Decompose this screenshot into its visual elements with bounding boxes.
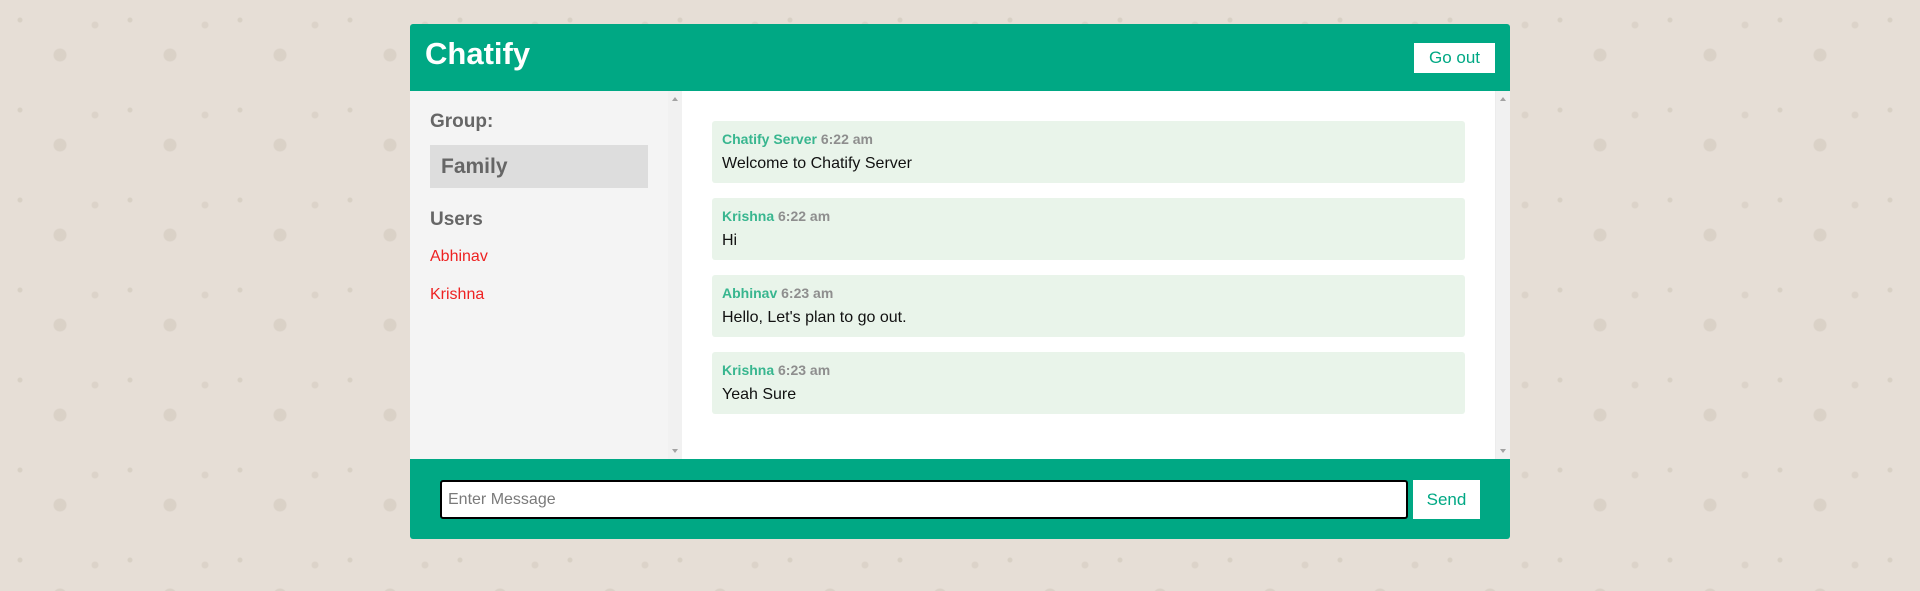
group-name: Family	[430, 145, 648, 188]
message-text: Yeah Sure	[722, 386, 797, 403]
scroll-up-arrow-icon[interactable]	[1500, 97, 1506, 101]
sidebar-scrollbar[interactable]	[668, 91, 682, 459]
message-meta: Krishna 6:23 am	[722, 362, 1455, 379]
send-button[interactable]: Send	[1413, 480, 1480, 519]
scroll-down-arrow-icon[interactable]	[672, 449, 678, 453]
chat-main: Group: Family Users Abhinav Krishna Chat…	[410, 91, 1510, 459]
app-title: Chatify	[425, 36, 531, 71]
scroll-down-arrow-icon[interactable]	[1500, 449, 1506, 453]
message-meta: Krishna 6:22 am	[722, 208, 1455, 225]
message-item: Abhinav 6:23 am Hello, Let's plan to go …	[712, 275, 1465, 337]
message-time: 6:23 am	[778, 362, 831, 378]
chat-sidebar: Group: Family Users Abhinav Krishna	[410, 91, 668, 459]
message-author: Krishna	[722, 362, 775, 378]
user-item-abhinav: Abhinav	[430, 248, 488, 265]
message-author: Krishna	[722, 208, 775, 224]
app-header: Chatify Go out	[410, 24, 1510, 91]
chat-app: Chatify Go out Group: Family Users Abhin…	[410, 24, 1510, 539]
message-item: Krishna 6:22 am Hi	[712, 198, 1465, 260]
leave-button[interactable]: Go out	[1414, 43, 1495, 73]
users-heading: Users	[430, 209, 483, 230]
user-item-krishna: Krishna	[430, 286, 485, 303]
message-text: Hi	[722, 232, 738, 249]
message-time: 6:22 am	[820, 131, 873, 147]
message-meta: Chatify Server 6:22 am	[722, 131, 1455, 148]
message-item: Chatify Server 6:22 am Welcome to Chatif…	[712, 121, 1465, 183]
composer-bar: Send	[410, 459, 1510, 539]
message-author: Abhinav	[722, 285, 778, 301]
scroll-up-arrow-icon[interactable]	[672, 97, 678, 101]
message-text: Hello, Let's plan to go out.	[722, 309, 907, 326]
message-time: 6:22 am	[778, 208, 831, 224]
messages-scrollbar[interactable]	[1495, 91, 1510, 459]
user-list: Abhinav Krishna	[430, 248, 648, 324]
message-input[interactable]	[440, 480, 1408, 519]
message-author: Chatify Server	[722, 131, 817, 147]
message-meta: Abhinav 6:23 am	[722, 285, 1455, 302]
group-heading: Group:	[430, 111, 494, 132]
message-time: 6:23 am	[781, 285, 834, 301]
message-item: Krishna 6:23 am Yeah Sure	[712, 352, 1465, 414]
message-text: Welcome to Chatify Server	[722, 155, 912, 172]
message-list: Chatify Server 6:22 am Welcome to Chatif…	[682, 91, 1495, 459]
